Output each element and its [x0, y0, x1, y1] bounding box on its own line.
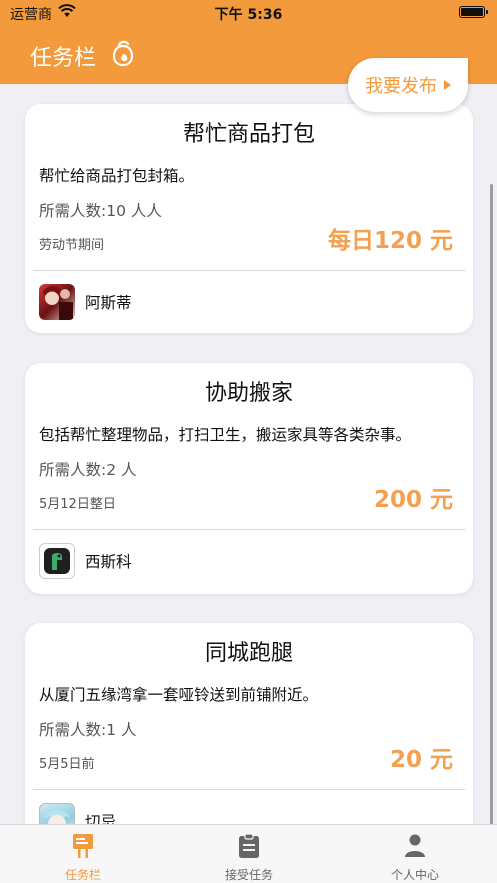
- task-publisher[interactable]: 阿斯蒂: [39, 284, 132, 320]
- task-card[interactable]: 帮忙商品打包 帮忙给商品打包封箱。 所需人数:10 人人 劳动节期间 每日120…: [25, 104, 473, 333]
- triangle-right-icon: [444, 80, 451, 90]
- tab-profile[interactable]: 个人中心: [332, 825, 497, 883]
- signboard-icon: [73, 834, 93, 858]
- task-list[interactable]: 帮忙商品打包 帮忙给商品打包封箱。 所需人数:10 人人 劳动节期间 每日120…: [0, 84, 497, 824]
- avatar: [39, 284, 75, 320]
- publisher-name: 阿斯蒂: [85, 294, 132, 312]
- task-price: 每日120 元: [327, 228, 453, 254]
- task-description: 从厦门五缘湾拿一套哑铃送到前铺附近。: [39, 686, 319, 704]
- tab-label: 个人中心: [390, 868, 439, 882]
- task-time: 劳动节期间: [39, 238, 105, 253]
- tab-label: 任务栏: [64, 868, 101, 882]
- task-time: 5月5日前: [39, 757, 95, 772]
- task-title: 协助搬家: [204, 381, 293, 406]
- tab-accept-tasks[interactable]: 接受任务: [166, 825, 332, 883]
- task-people-count: 所需人数:1 人: [39, 721, 137, 739]
- task-description: 帮忙给商品打包封箱。: [39, 167, 195, 185]
- task-description: 包括帮忙整理物品，打扫卫生，搬运家具等各类杂事。: [39, 426, 412, 444]
- avatar: [39, 543, 75, 579]
- person-icon: [405, 834, 425, 857]
- tab-label: 接受任务: [224, 868, 273, 882]
- mascot-logo-icon: [112, 40, 134, 66]
- task-price: 200 元: [373, 487, 453, 513]
- publish-button[interactable]: 我要发布: [348, 58, 468, 112]
- scrollbar[interactable]: [490, 184, 493, 824]
- task-people-count: 所需人数:2 人: [39, 461, 137, 479]
- publisher-name: 切忌: [85, 813, 117, 824]
- page-title: 任务栏: [30, 46, 97, 71]
- task-price: 20 元: [389, 747, 453, 773]
- tab-bar: 任务栏 接受任务 个人中心: [0, 824, 497, 883]
- task-title: 同城跑腿: [204, 641, 293, 666]
- divider: [33, 529, 465, 530]
- avatar: [39, 803, 75, 824]
- task-time: 5月12日整日: [39, 497, 116, 512]
- tab-task-board[interactable]: 任务栏: [0, 825, 166, 883]
- task-card[interactable]: 同城跑腿 从厦门五缘湾拿一套哑铃送到前铺附近。 所需人数:1 人 5月5日前 2…: [25, 623, 473, 824]
- publisher-name: 西斯科: [85, 553, 132, 571]
- divider: [33, 270, 465, 271]
- task-publisher[interactable]: 西斯科: [39, 543, 132, 579]
- task-title: 帮忙商品打包: [182, 122, 315, 147]
- task-card[interactable]: 协助搬家 包括帮忙整理物品，打扫卫生，搬运家具等各类杂事。 所需人数:2 人 5…: [25, 363, 473, 594]
- publish-button-label: 我要发布: [365, 76, 437, 97]
- task-people-count: 所需人数:10 人人: [39, 202, 162, 220]
- task-publisher[interactable]: 切忌: [39, 803, 116, 824]
- divider: [33, 789, 465, 790]
- clock: 下午 5:36: [214, 7, 283, 23]
- battery-icon: [459, 6, 488, 18]
- clipboard-icon: [239, 833, 259, 858]
- status-bar: 运营商 下午 5:36: [0, 0, 497, 26]
